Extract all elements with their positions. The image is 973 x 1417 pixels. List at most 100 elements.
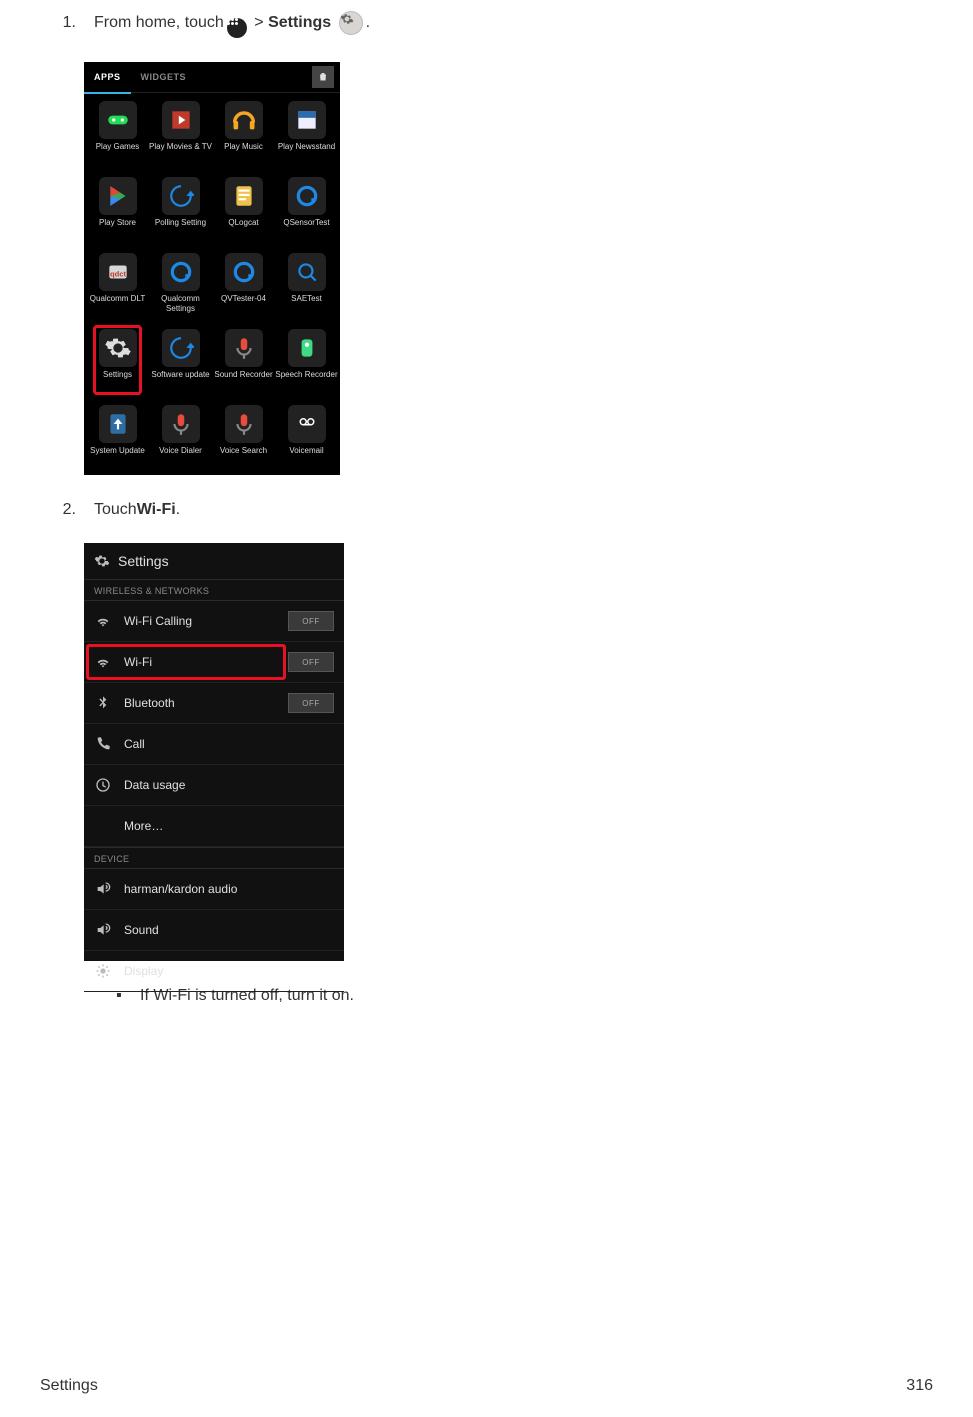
app-play-music[interactable]: Play Music xyxy=(212,101,275,177)
settings-row-label: Sound xyxy=(124,923,159,937)
app-qualcomm-dlt[interactable]: qdctQualcomm DLT xyxy=(86,253,149,329)
settings-row-sound[interactable]: Sound xyxy=(84,910,344,951)
app-sound-recorder[interactable]: Sound Recorder xyxy=(212,329,275,405)
app-saetest[interactable]: SAETest xyxy=(275,253,338,329)
app-label: Voicemail xyxy=(289,446,323,456)
wifi-icon xyxy=(94,612,112,630)
qvtester-icon xyxy=(225,253,263,291)
bt-icon xyxy=(94,694,112,712)
app-label: Play Movies & TV xyxy=(149,142,212,152)
speechrec-icon xyxy=(288,329,326,367)
display-icon xyxy=(94,962,112,980)
playmusic-icon xyxy=(225,101,263,139)
step1-text-pre: From home, touch xyxy=(94,14,224,32)
polling-icon xyxy=(162,177,200,215)
step1-settings-bold: Settings xyxy=(268,14,331,32)
drawer-tab-widgets[interactable]: WIDGETS xyxy=(131,62,197,92)
app-play-games[interactable]: Play Games xyxy=(86,101,149,177)
app-voice-search[interactable]: Voice Search xyxy=(212,405,275,481)
settings-row-bluetooth[interactable]: BluetoothOFF xyxy=(84,683,344,724)
play-store-shop-icon[interactable] xyxy=(312,66,334,88)
app-software-update[interactable]: Software update xyxy=(149,329,212,405)
voicedial-icon xyxy=(162,405,200,443)
app-label: System Update xyxy=(90,446,145,456)
settings-header: Settings xyxy=(84,543,344,579)
app-label: Play Store xyxy=(99,218,136,228)
app-label: Software update xyxy=(151,370,209,380)
app-label: Play Games xyxy=(96,142,140,152)
toggle-off[interactable]: OFF xyxy=(288,693,334,713)
app-label: QLogcat xyxy=(228,218,258,228)
settings-row-harman-kardon-audio[interactable]: harman/kardon audio xyxy=(84,869,344,910)
settings-icon xyxy=(99,329,137,367)
qsettings-icon xyxy=(162,253,200,291)
app-qualcomm-settings[interactable]: Qualcomm Settings xyxy=(149,253,212,329)
step-2: 2. Touch Wi-Fi . xyxy=(40,501,933,519)
settings-row-label: harman/kardon audio xyxy=(124,882,237,896)
data-icon xyxy=(94,776,112,794)
step1-gt: > xyxy=(254,14,263,32)
voicemail-icon xyxy=(288,405,326,443)
settings-row-label: Display xyxy=(124,964,163,978)
app-label: Voice Dialer xyxy=(159,446,202,456)
app-label: Polling Setting xyxy=(155,218,206,228)
app-qlogcat[interactable]: QLogcat xyxy=(212,177,275,253)
app-play-movies-tv[interactable]: Play Movies & TV xyxy=(149,101,212,177)
screenshot-app-drawer: APPS WIDGETS Play GamesPlay Movies & TVP… xyxy=(84,62,340,475)
app-qvtester-04[interactable]: QVTester-04 xyxy=(212,253,275,329)
settings-row-wi-fi[interactable]: Wi-Fi OFF xyxy=(84,642,344,683)
app-label: Voice Search xyxy=(220,446,267,456)
step2-wifi-bold: Wi-Fi xyxy=(137,501,176,519)
sysupdate-icon xyxy=(99,405,137,443)
swupdate-icon xyxy=(162,329,200,367)
app-voice-dialer[interactable]: Voice Dialer xyxy=(149,405,212,481)
settings-row-call[interactable]: Call xyxy=(84,724,344,765)
settings-row-label: Data usage xyxy=(124,778,185,792)
sound-icon xyxy=(94,921,112,939)
app-settings[interactable]: Settings xyxy=(86,329,149,405)
app-play-newsstand[interactable]: Play Newsstand xyxy=(275,101,338,177)
apps-icon xyxy=(227,8,247,38)
toggle-off[interactable]: OFF xyxy=(288,611,334,631)
settings-row-label: Call xyxy=(124,737,145,751)
step2-period: . xyxy=(176,501,180,519)
voicesearch-icon xyxy=(225,405,263,443)
qsensor-icon xyxy=(288,177,326,215)
playstore-icon xyxy=(99,177,137,215)
step-number: 1. xyxy=(40,14,94,32)
app-label: Speech Recorder xyxy=(275,370,337,380)
settings-category-device: DEVICE xyxy=(84,847,344,869)
screenshot-settings: Settings WIRELESS & NETWORKS Wi-Fi Calli… xyxy=(84,543,344,961)
settings-category-wireless: WIRELESS & NETWORKS xyxy=(84,579,344,601)
step-1: 1. From home, touch > Settings . xyxy=(40,8,933,38)
toggle-off[interactable]: OFF xyxy=(288,652,334,672)
app-polling-setting[interactable]: Polling Setting xyxy=(149,177,212,253)
settings-row-label: Wi-Fi xyxy=(124,655,152,669)
app-speech-recorder[interactable]: Speech Recorder xyxy=(275,329,338,405)
phone-icon xyxy=(94,735,112,753)
sound-icon xyxy=(94,880,112,898)
app-play-store[interactable]: Play Store xyxy=(86,177,149,253)
settings-row-data-usage[interactable]: Data usage xyxy=(84,765,344,806)
settings-row-display[interactable]: Display xyxy=(84,951,344,992)
settings-row-label: Wi-Fi Calling xyxy=(124,614,192,628)
saetest-icon xyxy=(288,253,326,291)
settings-title: Settings xyxy=(118,553,169,569)
playgames-icon xyxy=(99,101,137,139)
app-voicemail[interactable]: Voicemail xyxy=(275,405,338,481)
settings-row-more-[interactable]: More… xyxy=(84,806,344,847)
gear-icon xyxy=(339,11,363,35)
drawer-tab-apps[interactable]: APPS xyxy=(84,62,131,94)
app-label: Qualcomm Settings xyxy=(149,294,212,314)
app-system-update[interactable]: System Update xyxy=(86,405,149,481)
app-label: QVTester-04 xyxy=(221,294,266,304)
app-label: QSensorTest xyxy=(283,218,329,228)
app-label: Qualcomm DLT xyxy=(90,294,145,304)
settings-row-wi-fi-calling[interactable]: Wi-Fi Calling OFF xyxy=(84,601,344,642)
footer-page: 316 xyxy=(906,1377,933,1395)
step2-text-pre: Touch xyxy=(94,501,137,519)
app-label: Sound Recorder xyxy=(214,370,272,380)
playmovies-icon xyxy=(162,101,200,139)
soundrec-icon xyxy=(225,329,263,367)
app-qsensortest[interactable]: QSensorTest xyxy=(275,177,338,253)
